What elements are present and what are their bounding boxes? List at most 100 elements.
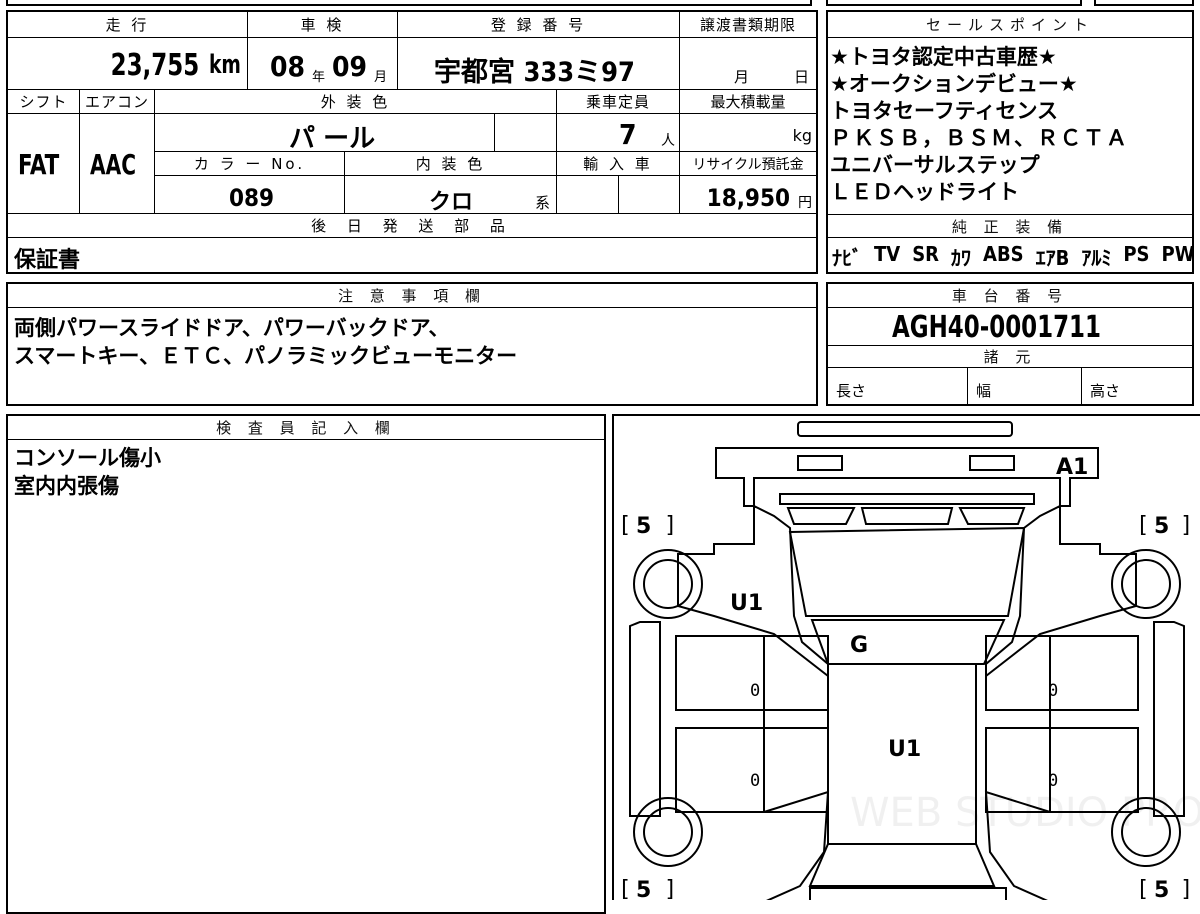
sales-point-line: ＬＥＤヘッドライト: [830, 180, 1019, 204]
recycle-cell: 18,950 円: [680, 176, 816, 214]
inspection-header: 車 検: [248, 12, 398, 38]
windshield: [810, 619, 1006, 665]
equipment-abs: ABS: [983, 242, 1024, 266]
import-cell-left: [557, 176, 619, 214]
chassis-value-cell: AGH40-0001711: [828, 308, 1192, 346]
inspection-month-unit: 月: [374, 70, 388, 85]
chassis-header: 車 台 番 号: [828, 284, 1192, 308]
side-skirt-left: [629, 621, 661, 817]
spec-width-label: 幅: [976, 382, 992, 400]
specs-header: 諸 元: [828, 346, 1192, 368]
sales-points-header: セールスポイント: [828, 12, 1192, 38]
notes-header: 注 意 事 項 欄: [8, 284, 816, 308]
spec-height-cell: 高さ: [1082, 368, 1192, 404]
spec-length-cell: 長さ: [828, 368, 968, 404]
mark-tire-rr: 5: [1154, 878, 1169, 900]
equipment-nav: ﾅﾋﾞ: [832, 246, 862, 270]
later-parts-value: 保証書: [14, 248, 81, 273]
sales-point-line: ユニバーサルステップ: [830, 153, 1040, 177]
mileage-cell: 23,755 km: [8, 38, 248, 90]
vehicle-diagram-panel: [ ] [ ] [ ] [ ] 5 5 5 5 A1 U1 G U1 0 0 0…: [612, 414, 1200, 900]
interior-color-cell: クロ 系: [345, 176, 557, 215]
sales-points-panel: セールスポイント ★トヨタ認定中古車歴★ ★オークションデビュー★ トヨタセーフ…: [826, 10, 1195, 274]
transfer-month-unit: 月: [734, 68, 750, 86]
equipment-alloy: ｱﾙﾐ: [1081, 246, 1112, 270]
later-parts-header: 後 日 発 送 部 品: [8, 214, 816, 238]
interior-color-header: 内 装 色: [345, 152, 557, 176]
recycle-value: 18,950: [706, 184, 790, 212]
mark-windshield: G: [850, 633, 868, 658]
top-cut-strip: [0, 0, 1200, 6]
sales-points-list: ★トヨタ認定中古車歴★ ★オークションデビュー★ トヨタセーフティセンス ＰＫＳ…: [830, 44, 1190, 206]
notes-line: スマートキー、ＥＴＣ、パノラミックビューモニター: [14, 344, 518, 368]
inspection-cell: 08 年 09 月: [248, 38, 398, 90]
bracket-rl-open: [: [618, 877, 631, 900]
bracket-fr-open: [: [1136, 513, 1149, 538]
rear-roof-bar: [779, 493, 1035, 505]
inspection-year: 08: [270, 50, 306, 83]
rear-bumper-shape: [797, 421, 1013, 437]
interior-color-suffix: 系: [535, 194, 551, 212]
tire-front-right-inner: [1121, 559, 1171, 609]
inspector-body: コンソール傷小 室内内張傷: [14, 444, 598, 500]
notes-panel: 注 意 事 項 欄 両側パワースライドドア、パワーバックドア、 スマートキー、Ｅ…: [6, 282, 818, 406]
capacity-header: 乗車定員: [557, 90, 680, 114]
chassis-panel: 車 台 番 号 AGH40-0001711 諸 元 長さ 幅 高さ: [826, 282, 1194, 406]
aircon-value: AAC: [90, 148, 136, 181]
bracket-fr-close: ]: [1180, 513, 1193, 538]
aircon-cell: AAC: [80, 114, 155, 214]
transfer-deadline-header: 譲渡書類期限: [680, 12, 816, 38]
color-no-header: カ ラ ー No.: [155, 152, 345, 176]
shift-header: シフト: [8, 90, 80, 114]
exterior-color-header: 外 装 色: [155, 90, 557, 114]
bracket-fl-close: ]: [664, 513, 677, 538]
rear-window-right: [958, 507, 1026, 525]
equipment-airbag: ｴｱB: [1035, 246, 1070, 270]
mileage-unit: km: [209, 50, 241, 80]
later-parts-cell: 保証書: [8, 238, 816, 273]
recycle-unit: 円: [798, 195, 812, 211]
bracket-rl-close: ]: [664, 877, 677, 900]
sales-point-line: ★オークションデビュー★: [830, 72, 1078, 96]
spec-width-cell: 幅: [968, 368, 1082, 404]
capacity-unit: 人: [661, 133, 675, 149]
max-load-cell: kg: [680, 114, 816, 152]
tire-front-left-inner: [643, 559, 693, 609]
genuine-equipment-list: ﾅﾋﾞ TV SR ｶﾜ ABS ｴｱB ｱﾙﾐ PS PW: [832, 242, 1195, 270]
chassis-value: AGH40-0001711: [892, 310, 1101, 345]
mileage-value: 23,755: [110, 48, 199, 83]
inspector-header: 検 査 員 記 入 欄: [8, 416, 604, 440]
exterior-color-cell: パ ール: [155, 114, 495, 154]
inspector-line: 室内内張傷: [14, 474, 119, 498]
sales-point-line: ★トヨタ認定中古車歴★: [830, 45, 1057, 69]
door-right-front-shape: [985, 635, 1139, 711]
inspection-year-unit: 年: [312, 70, 326, 85]
equipment-sunroof: SR: [912, 242, 940, 266]
spec-height-label: 高さ: [1090, 382, 1121, 400]
mark-tire-rl: 5: [636, 878, 651, 900]
mark-rear: A1: [1056, 455, 1088, 480]
spec-length-label: 長さ: [836, 382, 867, 400]
mark-door-left-front: 0: [750, 681, 760, 701]
bracket-rr-open: [: [1136, 877, 1149, 900]
mark-hood-side: U1: [730, 591, 763, 616]
tire-rear-left-inner: [643, 807, 693, 857]
mark-door-right-front: 0: [1048, 681, 1058, 701]
inspection-month: 09: [332, 50, 368, 83]
bracket-rr-close: ]: [1180, 877, 1193, 900]
recycle-header: リサイクル預託金: [680, 152, 816, 176]
import-cell-right: [619, 176, 680, 214]
mileage-header: 走 行: [8, 12, 248, 38]
notes-line: 両側パワースライドドア、パワーバックドア、: [14, 316, 450, 340]
rear-glass: [788, 526, 1026, 617]
inspector-panel: 検 査 員 記 入 欄 コンソール傷小 室内内張傷: [6, 414, 606, 914]
equipment-tv: TV: [874, 242, 901, 266]
transfer-day-unit: 日: [794, 68, 810, 86]
sales-point-line: ＰＫＳＢ，ＢＳＭ、ＲＣＴＡ: [830, 126, 1129, 150]
mark-door-right-rear: 0: [1048, 771, 1058, 791]
rear-lamp-left: [797, 455, 843, 471]
mark-roof: U1: [888, 737, 921, 762]
lower-body-left: [763, 790, 830, 900]
mark-tire-fl: 5: [636, 514, 651, 539]
watermark: WEB STUDIO PRO: [850, 790, 1200, 836]
